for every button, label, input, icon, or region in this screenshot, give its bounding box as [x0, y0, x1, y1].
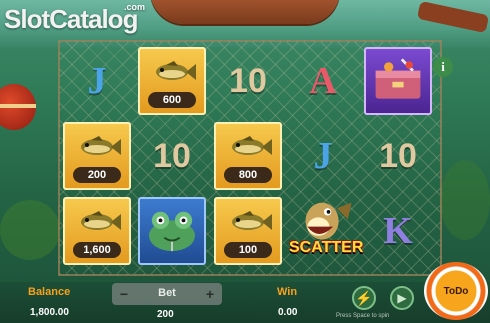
seaweed [0, 200, 60, 260]
logo-text: SlotCatalog [4, 4, 138, 34]
reel-symbol-a: A [289, 47, 357, 115]
symbol-letter: 10 [379, 136, 417, 175]
spin-button[interactable]: ToDo [424, 262, 488, 320]
reel-symbol-money-fish: 600 [138, 47, 206, 115]
info-button[interactable]: i [433, 57, 453, 77]
fish-value: 1,600 [73, 242, 121, 258]
symbol-letter: J [87, 60, 107, 102]
win-label: Win [277, 286, 298, 298]
reel-symbol-10: 10 [138, 122, 206, 190]
scatter-label: SCATTER [289, 239, 364, 256]
symbol-letter: 10 [229, 61, 267, 100]
play-loop-icon: ▶ [397, 291, 407, 305]
symbol-letter: A [309, 60, 337, 102]
reel-symbol-money-fish: 800 [214, 122, 282, 190]
balance-label: Balance [28, 286, 71, 298]
control-bar [0, 282, 490, 323]
seaweed [440, 160, 490, 240]
spin-label: ToDo [443, 285, 469, 297]
bet-decrease-button[interactable]: − [114, 283, 134, 305]
reel-symbol-k: K [364, 197, 432, 265]
boat-hull [150, 0, 340, 24]
bet-value: 200 [157, 309, 174, 320]
turbo-button[interactable]: ⚡ [352, 286, 376, 310]
bet-increase-button[interactable]: + [200, 283, 220, 305]
balance-value: 1,800.00 [30, 307, 69, 318]
fish-value: 200 [73, 167, 121, 183]
reel-symbol-j: J [289, 122, 357, 190]
win-value: 0.00 [278, 307, 298, 318]
logo-suffix: .com [124, 2, 146, 12]
bass-fish-icon [152, 59, 196, 85]
reel-symbol-frog [138, 197, 206, 265]
bass-fish-icon [77, 209, 121, 235]
tackle-box-icon [370, 55, 426, 108]
reel-symbol-10: 10 [214, 47, 282, 115]
reel-symbol-money-fish: 200 [63, 122, 131, 190]
symbol-letter: J [313, 135, 333, 177]
bass-fish-icon [228, 209, 272, 235]
bass-fish-icon [228, 134, 272, 160]
lightning-icon: ⚡ [355, 289, 373, 306]
fish-value: 100 [224, 242, 272, 258]
fish-value: 800 [224, 167, 272, 183]
fish-value: 600 [148, 92, 196, 108]
watermark-logo: SlotCatalog .com [4, 2, 164, 38]
bet-selector: − Bet + [112, 283, 222, 305]
reel-symbol-tackle-box [364, 47, 432, 115]
reel-symbol-money-fish: 100 [214, 197, 282, 265]
frog-icon [143, 205, 201, 258]
reel-symbol-j: J [63, 47, 131, 115]
reel-symbol-money-fish: 1,600 [63, 197, 131, 265]
reel-symbol-10: 10 [364, 122, 432, 190]
bet-label: Bet [158, 287, 176, 299]
reel-symbol-scatter: SCATTER [289, 197, 364, 265]
bass-fish-icon [77, 134, 121, 160]
symbol-letter: K [383, 210, 413, 252]
fishing-bobber [0, 84, 36, 130]
symbol-letter: 10 [153, 136, 191, 175]
autoplay-button[interactable]: ▶ [390, 286, 414, 310]
spin-hint: Press Space to spin [336, 313, 390, 319]
